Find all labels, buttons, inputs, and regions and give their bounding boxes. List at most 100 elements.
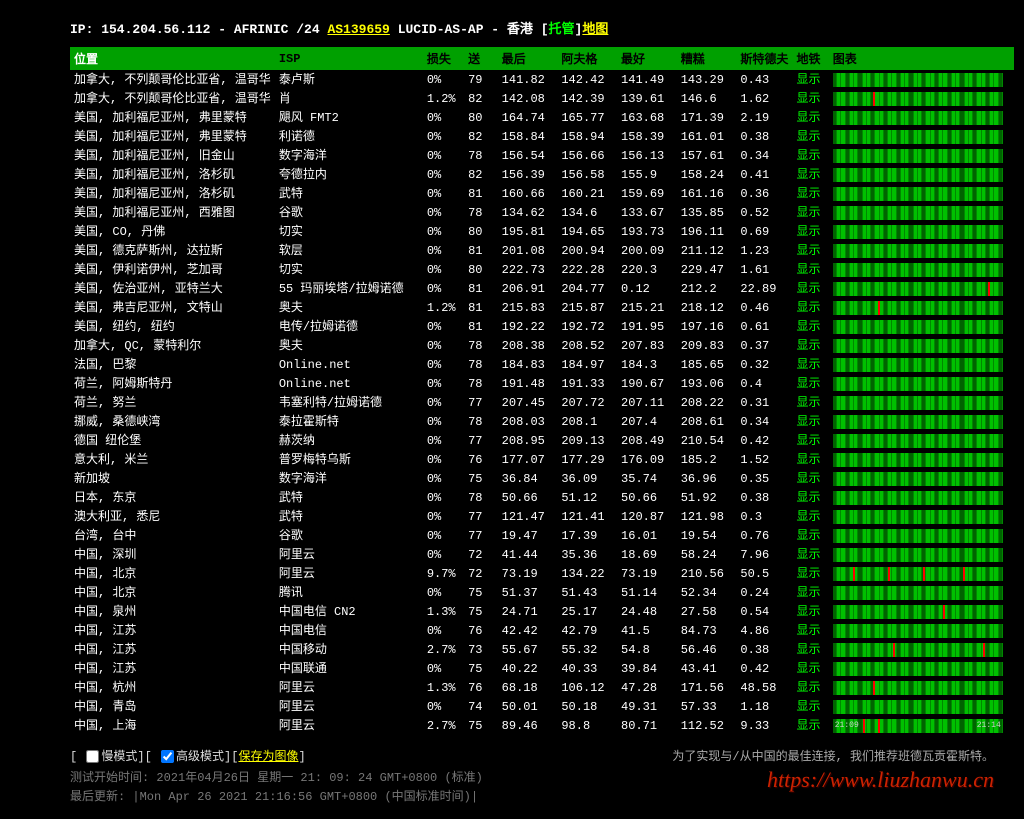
- show-link[interactable]: 显示: [792, 89, 828, 108]
- loss-spike: [888, 567, 890, 581]
- show-link[interactable]: 显示: [792, 412, 828, 431]
- show-link[interactable]: 显示: [792, 222, 828, 241]
- show-link[interactable]: 显示: [792, 450, 828, 469]
- last-cell: 156.39: [498, 165, 558, 184]
- last-cell: 207.45: [498, 393, 558, 412]
- show-link[interactable]: 显示: [792, 640, 828, 659]
- show-link[interactable]: 显示: [792, 374, 828, 393]
- chart-cell: [829, 545, 1014, 564]
- show-link[interactable]: 显示: [792, 336, 828, 355]
- loss-spike: [878, 301, 880, 315]
- table-row: 德国 纽伦堡赫茨纳0%77208.95209.13208.49210.540.4…: [70, 431, 1014, 450]
- best-cell: 190.67: [617, 374, 677, 393]
- worst-cell: 135.85: [677, 203, 737, 222]
- isp-cell: 谷歌: [275, 203, 423, 222]
- show-link[interactable]: 显示: [792, 355, 828, 374]
- bracket-open: [: [541, 22, 549, 37]
- show-link[interactable]: 显示: [792, 697, 828, 716]
- show-link[interactable]: 显示: [792, 393, 828, 412]
- show-link[interactable]: 显示: [792, 507, 828, 526]
- table-row: 法国, 巴黎Online.net0%78184.83184.97184.3185…: [70, 355, 1014, 374]
- best-cell: 163.68: [617, 108, 677, 127]
- latency-chart: [833, 491, 1003, 505]
- worst-cell: 196.11: [677, 222, 737, 241]
- header-worst: 糟糕: [677, 47, 737, 70]
- last-cell: 121.47: [498, 507, 558, 526]
- show-link[interactable]: 显示: [792, 583, 828, 602]
- bracket: ][: [224, 750, 238, 764]
- location-cell: 美国, 伊利诺伊州, 芝加哥: [70, 260, 275, 279]
- asn-link[interactable]: AS139659: [327, 22, 389, 37]
- show-link[interactable]: 显示: [792, 70, 828, 89]
- show-link[interactable]: 显示: [792, 108, 828, 127]
- worst-cell: 121.98: [677, 507, 737, 526]
- save-image-link[interactable]: 保存为图像: [238, 750, 298, 764]
- worst-cell: 143.29: [677, 70, 737, 89]
- worst-cell: 84.73: [677, 621, 737, 640]
- advanced-mode-checkbox[interactable]: [161, 750, 174, 763]
- avg-cell: 25.17: [557, 602, 617, 621]
- loss-cell: 0%: [423, 279, 464, 298]
- chart-cell: [829, 108, 1014, 127]
- loss-spike: [963, 567, 965, 581]
- loss-cell: 0%: [423, 393, 464, 412]
- latency-chart: [833, 586, 1003, 600]
- slow-mode-checkbox[interactable]: [86, 750, 99, 763]
- header-metro: 地铁: [792, 47, 828, 70]
- show-link[interactable]: 显示: [792, 621, 828, 640]
- show-link[interactable]: 显示: [792, 127, 828, 146]
- loss-cell: 0%: [423, 165, 464, 184]
- show-link[interactable]: 显示: [792, 488, 828, 507]
- stdev-cell: 0.42: [736, 659, 792, 678]
- location-cell: 美国, 加利福尼亚州, 洛杉矶: [70, 165, 275, 184]
- show-link[interactable]: 显示: [792, 184, 828, 203]
- show-link[interactable]: 显示: [792, 279, 828, 298]
- header-location: 位置: [70, 47, 275, 70]
- show-link[interactable]: 显示: [792, 602, 828, 621]
- header-last: 最后: [498, 47, 558, 70]
- map-link[interactable]: 地图: [582, 22, 608, 37]
- show-link[interactable]: 显示: [792, 545, 828, 564]
- chart-cell: [829, 621, 1014, 640]
- location-cell: 美国, 纽约, 纽约: [70, 317, 275, 336]
- show-link[interactable]: 显示: [792, 146, 828, 165]
- show-link[interactable]: 显示: [792, 260, 828, 279]
- loss-cell: 0%: [423, 659, 464, 678]
- sent-cell: 76: [464, 678, 498, 697]
- best-cell: 191.95: [617, 317, 677, 336]
- stdev-cell: 50.5: [736, 564, 792, 583]
- show-link[interactable]: 显示: [792, 716, 828, 735]
- show-link[interactable]: 显示: [792, 203, 828, 222]
- latency-chart: [833, 168, 1003, 182]
- avg-cell: 121.41: [557, 507, 617, 526]
- show-link[interactable]: 显示: [792, 526, 828, 545]
- show-link[interactable]: 显示: [792, 241, 828, 260]
- latency-chart: [833, 567, 1003, 581]
- last-cell: 215.83: [498, 298, 558, 317]
- show-link[interactable]: 显示: [792, 659, 828, 678]
- last-cell: 208.95: [498, 431, 558, 450]
- show-link[interactable]: 显示: [792, 469, 828, 488]
- isp-cell: 利诺德: [275, 127, 423, 146]
- show-link[interactable]: 显示: [792, 431, 828, 450]
- isp-cell: 数字海洋: [275, 469, 423, 488]
- chart-cell: [829, 583, 1014, 602]
- best-cell: 184.3: [617, 355, 677, 374]
- worst-cell: 193.06: [677, 374, 737, 393]
- show-link[interactable]: 显示: [792, 678, 828, 697]
- avg-cell: 191.33: [557, 374, 617, 393]
- avg-cell: 142.39: [557, 89, 617, 108]
- loss-cell: 1.2%: [423, 89, 464, 108]
- best-cell: 73.19: [617, 564, 677, 583]
- sent-cell: 78: [464, 336, 498, 355]
- isp-cell: 中国电信: [275, 621, 423, 640]
- location-cell: 法国, 巴黎: [70, 355, 275, 374]
- sent-cell: 79: [464, 70, 498, 89]
- chart-cell: [829, 70, 1014, 89]
- show-link[interactable]: 显示: [792, 165, 828, 184]
- show-link[interactable]: 显示: [792, 298, 828, 317]
- show-link[interactable]: 显示: [792, 564, 828, 583]
- worst-cell: 197.16: [677, 317, 737, 336]
- show-link[interactable]: 显示: [792, 317, 828, 336]
- bracket: ]: [298, 750, 305, 764]
